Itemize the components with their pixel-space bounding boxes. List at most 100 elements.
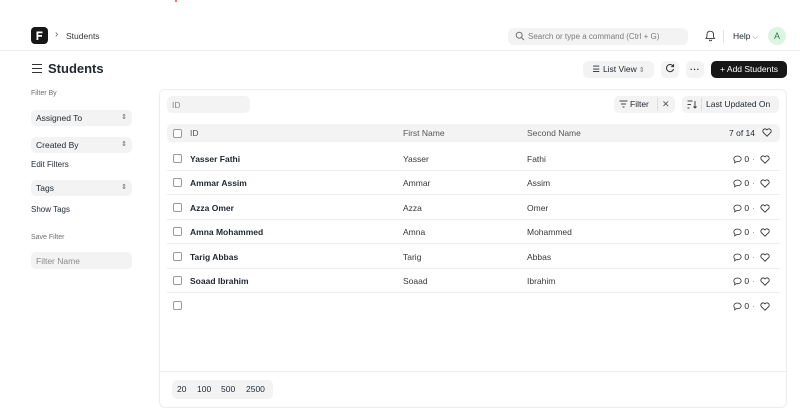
sort-label[interactable]: Last Updated On — [706, 96, 770, 113]
cell-first-name: Azza — [403, 203, 422, 213]
heart-icon[interactable] — [762, 128, 772, 137]
search-input[interactable] — [528, 28, 683, 45]
table-row[interactable]: Azza Omer Azza Omer 0 · — [167, 196, 780, 220]
edit-filters-link[interactable]: Edit Filters — [31, 160, 69, 169]
filter-name-input[interactable] — [31, 252, 132, 269]
help-dropdown[interactable]: Help ⌵ — [733, 31, 758, 42]
row-meta: 0 · — [733, 147, 770, 171]
column-header-id: ID — [190, 128, 199, 138]
row-checkbox[interactable] — [173, 227, 182, 236]
row-checkbox[interactable] — [173, 252, 182, 261]
comment-count: 0 — [744, 154, 750, 164]
row-checkbox[interactable] — [173, 203, 182, 212]
page-size-100[interactable]: 100 — [197, 380, 211, 399]
cell-id[interactable]: Amna Mohammed — [190, 220, 263, 244]
clear-filter-icon[interactable]: ✕ — [662, 96, 670, 113]
cell-second-name: Omer — [527, 203, 549, 213]
tags-select[interactable]: Tags ⇕ — [31, 180, 132, 196]
heart-icon[interactable] — [760, 253, 770, 262]
cell-id[interactable]: Tarig Abbas — [190, 245, 238, 269]
table-row[interactable]: Amna Mohammed Amna Mohammed 0 · — [167, 220, 780, 244]
cell-id[interactable]: Azza Omer — [190, 196, 234, 220]
comment-count: 0 — [744, 252, 750, 262]
heart-icon[interactable] — [760, 155, 770, 164]
save-filter-label: Save Filter — [31, 234, 65, 241]
row-checkbox[interactable] — [173, 178, 182, 187]
row-meta: 0 · — [733, 269, 770, 293]
chevron-updown-icon: ⇕ — [121, 141, 127, 148]
breadcrumb-students[interactable]: Students — [66, 31, 100, 41]
table-row[interactable]: Tarig Abbas Tarig Abbas 0 · — [167, 245, 780, 269]
chevron-right-icon: › — [55, 29, 59, 40]
cell-first-name: Soaad — [403, 276, 428, 286]
cell-first-name: Ammar — [403, 178, 431, 188]
heart-icon[interactable] — [760, 228, 770, 237]
page-size-500[interactable]: 500 — [221, 380, 235, 399]
list-icon: ☰ — [592, 64, 600, 74]
column-header-second-name: Second Name — [527, 128, 581, 138]
heart-icon[interactable] — [760, 179, 770, 188]
comment-icon[interactable] — [733, 253, 742, 262]
filter-divider — [657, 98, 658, 111]
id-filter-input[interactable] — [167, 96, 250, 113]
row-checkbox[interactable] — [173, 154, 182, 163]
comment-icon[interactable] — [733, 302, 742, 311]
select-all-checkbox[interactable] — [173, 129, 182, 138]
heart-icon[interactable] — [760, 277, 770, 286]
more-actions-button[interactable]: ··· — [686, 61, 704, 78]
comment-icon[interactable] — [733, 277, 742, 286]
cell-id[interactable]: Ammar Assim — [190, 171, 247, 195]
record-count: 7 of 14 — [729, 128, 755, 138]
heart-icon[interactable] — [760, 302, 770, 311]
row-checkbox[interactable] — [173, 301, 182, 310]
filter-icon — [619, 100, 628, 108]
comment-count: 0 — [744, 227, 750, 237]
search-bar[interactable] — [508, 28, 688, 45]
avatar[interactable]: A — [768, 27, 786, 45]
row-checkbox[interactable] — [173, 276, 182, 285]
add-students-button[interactable]: + Add Students — [711, 61, 787, 78]
cell-second-name: Abbas — [527, 252, 552, 262]
comment-icon[interactable] — [733, 155, 742, 164]
table-row[interactable]: 0 · — [167, 294, 780, 318]
page-size-2500[interactable]: 2500 — [246, 380, 265, 399]
filter-button[interactable]: Filter ✕ — [614, 96, 675, 113]
list-view-button[interactable]: ☰ List View ⇕ — [583, 61, 654, 78]
show-tags-link[interactable]: Show Tags — [31, 205, 70, 214]
navbar-divider — [723, 30, 724, 43]
cell-id[interactable]: Soaad Ibrahim — [190, 269, 249, 293]
comment-count: 0 — [744, 301, 750, 311]
footer-divider — [160, 371, 786, 372]
cell-second-name: Assim — [527, 178, 551, 188]
table-row[interactable]: Soaad Ibrahim Soaad Ibrahim 0 · — [167, 269, 780, 293]
created-by-select[interactable]: Created By ⇕ — [31, 137, 132, 153]
sidebar-toggle-icon[interactable] — [32, 64, 42, 74]
row-meta: 0 · — [733, 245, 770, 269]
cell-first-name: Tarig — [403, 252, 422, 262]
sort-button[interactable]: Last Updated On — [682, 96, 779, 113]
page-size-20[interactable]: 20 — [177, 380, 186, 399]
comment-icon[interactable] — [733, 179, 742, 188]
cell-id[interactable]: Yasser Fathi — [190, 147, 240, 171]
comment-icon[interactable] — [733, 228, 742, 237]
app-logo[interactable] — [31, 27, 48, 44]
table-row[interactable]: Yasser Fathi Yasser Fathi 0 · — [167, 147, 780, 171]
comment-icon[interactable] — [733, 204, 742, 213]
heart-icon[interactable] — [760, 204, 770, 213]
search-icon — [515, 31, 525, 41]
refresh-button[interactable] — [661, 61, 679, 78]
notification-dot — [175, 0, 177, 2]
assigned-to-select[interactable]: Assigned To ⇕ — [31, 110, 132, 126]
row-meta: 0 · — [733, 196, 770, 220]
chevron-updown-icon: ⇕ — [121, 114, 127, 121]
cell-second-name: Fathi — [527, 154, 546, 164]
refresh-icon — [666, 64, 675, 73]
row-meta: 0 · — [733, 171, 770, 195]
chevron-updown-icon: ⇕ — [638, 67, 645, 74]
filter-main[interactable]: Filter — [619, 96, 649, 113]
bell-icon[interactable] — [705, 30, 716, 42]
column-header-first-name: First Name — [403, 128, 445, 138]
comment-count: 0 — [744, 178, 750, 188]
sort-direction-icon[interactable] — [687, 100, 697, 109]
table-row[interactable]: Ammar Assim Ammar Assim 0 · — [167, 171, 780, 195]
